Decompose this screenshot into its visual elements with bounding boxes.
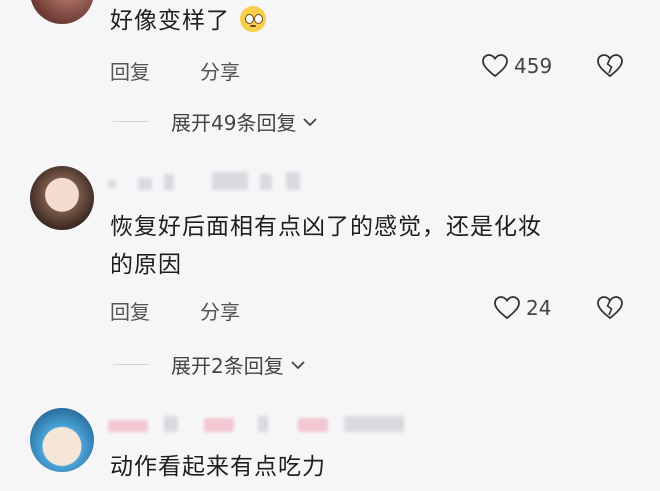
avatar[interactable] xyxy=(30,408,94,472)
chevron-down-icon xyxy=(291,360,305,369)
like-button[interactable]: 24 xyxy=(494,296,551,320)
dislike-button[interactable] xyxy=(597,54,623,82)
comment-text: 动作看起来有点吃力 xyxy=(110,454,326,480)
heart-icon xyxy=(494,296,520,320)
dislike-button[interactable] xyxy=(597,296,623,324)
heart-icon xyxy=(482,54,508,78)
expand-replies-button[interactable]: 展开49条回复 xyxy=(113,107,318,136)
expand-replies-label: 展开2条回复 xyxy=(171,354,284,378)
expand-replies-label: 展开49条回复 xyxy=(171,111,297,135)
pleading-face-emoji-icon xyxy=(240,6,267,32)
divider xyxy=(113,121,149,122)
like-button[interactable]: 459 xyxy=(482,54,552,78)
username-obscured xyxy=(108,412,428,434)
username-obscured xyxy=(108,170,308,192)
expand-replies-button[interactable]: 展开2条回复 xyxy=(113,350,306,379)
broken-heart-icon xyxy=(597,296,623,320)
like-count: 24 xyxy=(526,296,552,320)
reply-button[interactable]: 回复 xyxy=(110,296,150,325)
comment-text: 恢复好后面相有点凶了的感觉，还是化妆 的原因 xyxy=(110,214,542,278)
avatar[interactable] xyxy=(30,0,94,24)
avatar[interactable] xyxy=(30,166,94,230)
divider xyxy=(113,364,149,365)
reply-button[interactable]: 回复 xyxy=(110,56,150,85)
like-count: 459 xyxy=(514,54,553,78)
share-button[interactable]: 分享 xyxy=(200,296,240,325)
share-button[interactable]: 分享 xyxy=(200,56,240,85)
chevron-down-icon xyxy=(303,117,318,126)
comment-text: 好像变样了 xyxy=(110,6,267,36)
broken-heart-icon xyxy=(597,54,623,78)
